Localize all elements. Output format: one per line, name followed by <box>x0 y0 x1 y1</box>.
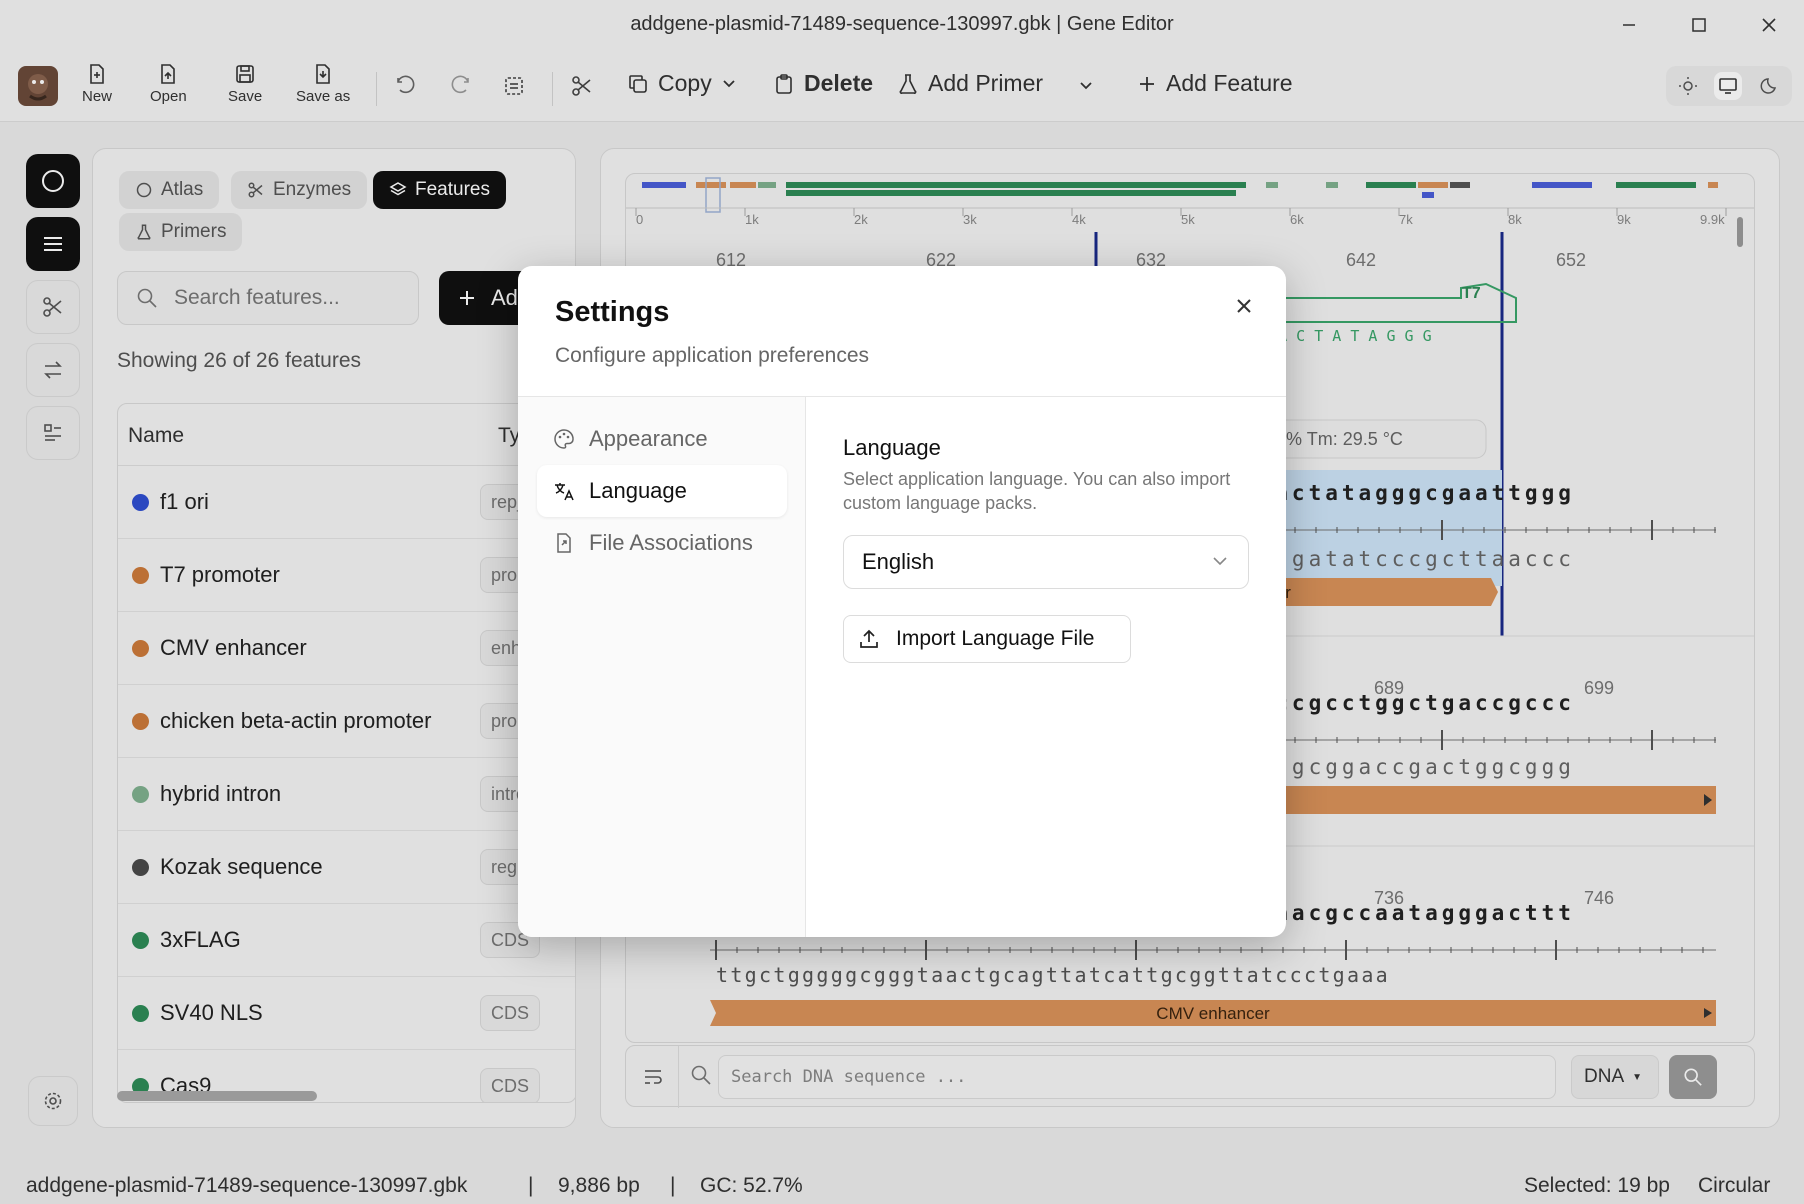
import-label: Import Language File <box>896 627 1095 650</box>
upload-icon <box>860 629 878 648</box>
settings-dialog: Settings Configure application preferenc… <box>518 266 1286 937</box>
language-select[interactable]: English <box>843 535 1249 589</box>
section-description: Select application language. You can als… <box>843 469 1231 513</box>
dialog-title: Settings <box>555 296 670 328</box>
chevron-down-icon <box>1213 557 1227 566</box>
translate-icon <box>555 483 574 501</box>
nav-appearance[interactable]: Appearance <box>537 413 787 465</box>
nav-label: Appearance <box>589 426 708 451</box>
dialog-body: Appearance Language File Associations La… <box>518 396 1286 937</box>
close-icon[interactable] <box>1228 290 1260 322</box>
palette-icon <box>554 429 574 449</box>
import-language-button[interactable]: Import Language File <box>843 615 1131 663</box>
nav-file-associations[interactable]: File Associations <box>537 517 787 569</box>
language-value: English <box>862 549 935 574</box>
nav-label: Language <box>589 478 687 503</box>
dialog-subtitle: Configure application preferences <box>555 344 870 367</box>
file-link-icon <box>557 533 571 553</box>
nav-label: File Associations <box>589 530 753 555</box>
section-title: Language <box>843 435 941 460</box>
settings-nav: Appearance Language File Associations <box>518 397 806 937</box>
nav-language[interactable]: Language <box>537 465 787 517</box>
